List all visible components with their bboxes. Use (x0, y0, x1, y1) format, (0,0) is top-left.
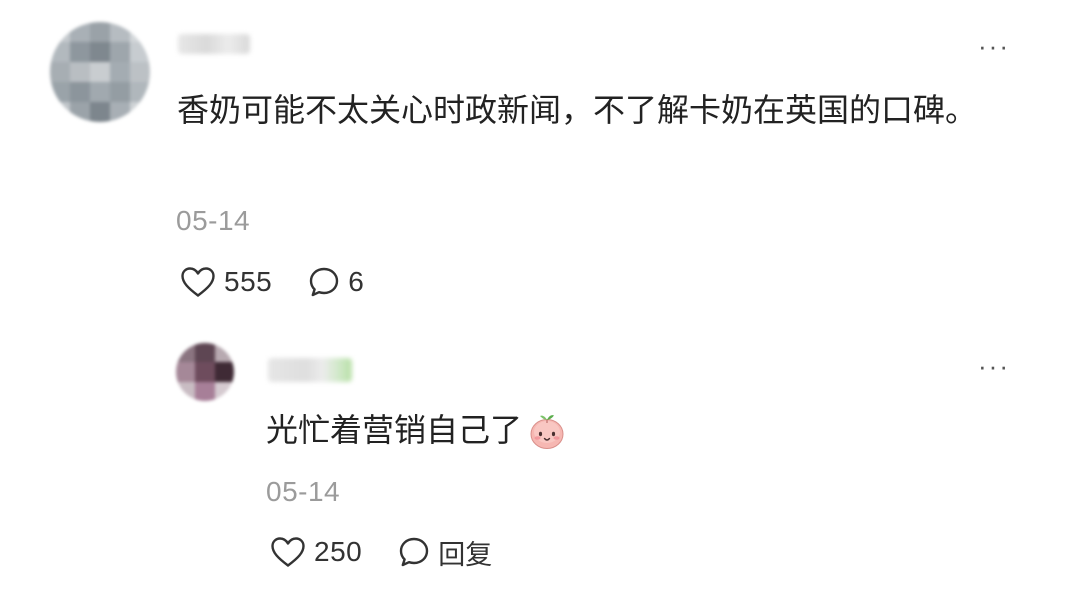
reply-more-options-button[interactable]: ··· (978, 353, 1010, 379)
like-count: 555 (224, 266, 273, 297)
reply-like-count: 250 (314, 536, 363, 567)
comment-actions: 555 6 (180, 262, 364, 302)
ellipsis-icon: ··· (978, 351, 1010, 381)
speech-bubble-icon (400, 537, 429, 567)
reply-actions: 250 回复 (270, 532, 492, 572)
reply-button[interactable]: 6 (308, 266, 364, 298)
speech-bubble-icon (310, 267, 339, 297)
reply-text-row: 光忙着营销自己了 (266, 404, 966, 456)
comment-date: 05-14 (176, 205, 251, 236)
heart-outline-icon (181, 267, 215, 297)
reply-date: 05-14 (266, 476, 341, 507)
reply-avatar[interactable] (176, 343, 234, 401)
peach-face-emoji (530, 415, 564, 449)
heart-outline-icon (271, 537, 305, 567)
avatar[interactable] (50, 22, 150, 122)
like-button[interactable]: 555 (180, 266, 272, 298)
reply-count: 6 (348, 266, 365, 297)
comment-text: 香奶可能不太关心时政新闻，不了解卡奶在英国的口碑。 (177, 91, 978, 129)
reply-username-blurred[interactable] (268, 358, 352, 382)
reply-like-button[interactable]: 250 (270, 536, 362, 568)
reply-text: 光忙着营销自己了 (266, 411, 523, 449)
username-blurred[interactable] (178, 34, 250, 54)
more-options-button[interactable]: ··· (978, 33, 1010, 59)
ellipsis-icon: ··· (978, 31, 1010, 61)
reply-label: 回复 (438, 539, 493, 571)
reply-reply-button[interactable]: 回复 (398, 533, 492, 572)
